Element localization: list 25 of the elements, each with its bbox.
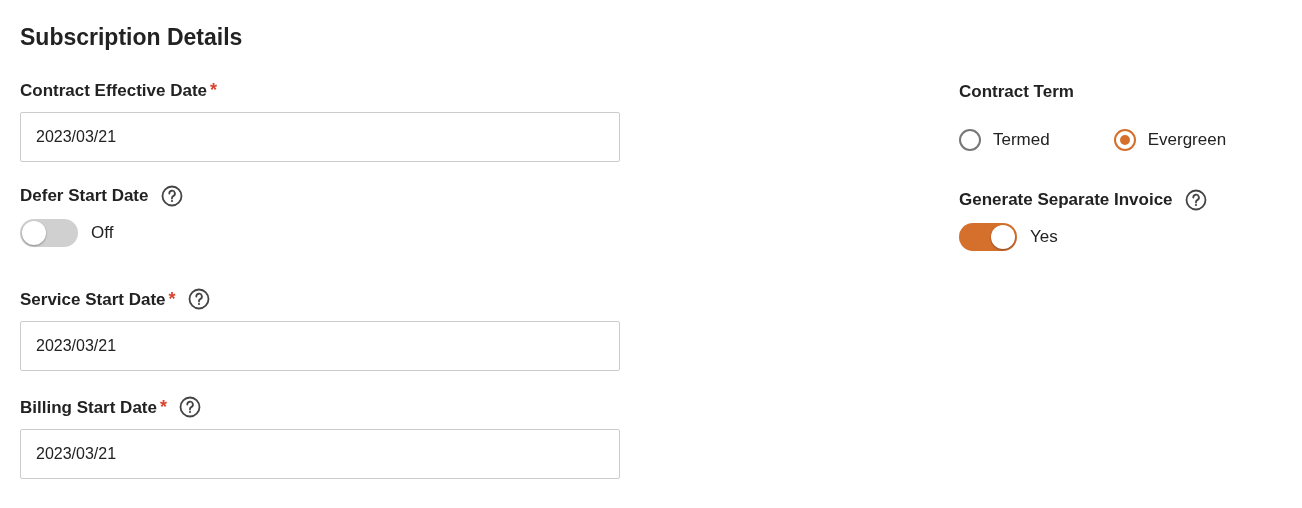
toggle-state: Yes <box>1030 227 1058 247</box>
radio-button[interactable] <box>1113 129 1136 151</box>
field-label: Contract Effective Date * <box>20 79 218 101</box>
required-mark: * <box>210 79 218 100</box>
toggle-switch[interactable] <box>959 223 1017 251</box>
radio-option[interactable]: Evergreen <box>1113 129 1227 151</box>
field-label: Service Start Date * <box>20 288 176 310</box>
toggle-state: Off <box>91 223 114 243</box>
help-icon[interactable] <box>179 396 201 418</box>
field-label: Billing Start Date * <box>20 396 167 418</box>
field-label: Generate Separate Invoice <box>959 190 1173 210</box>
help-icon[interactable] <box>160 185 183 207</box>
toggle-switch[interactable] <box>20 219 78 247</box>
date-field[interactable]: 2023/03/21 <box>20 321 620 371</box>
radio-button[interactable] <box>959 129 981 151</box>
date-field[interactable]: 2023/03/21 <box>20 112 620 162</box>
required-mark: * <box>168 288 176 309</box>
help-icon[interactable] <box>1184 189 1207 211</box>
field-label: Contract Term <box>959 82 1074 102</box>
required-mark: * <box>159 396 167 417</box>
help-icon[interactable] <box>187 288 210 310</box>
date-field[interactable]: 2023/03/21 <box>20 429 620 479</box>
field-label: Defer Start Date <box>20 186 149 206</box>
section-heading: Subscription Details <box>20 23 243 52</box>
radio-option[interactable]: Termed <box>959 129 1050 151</box>
